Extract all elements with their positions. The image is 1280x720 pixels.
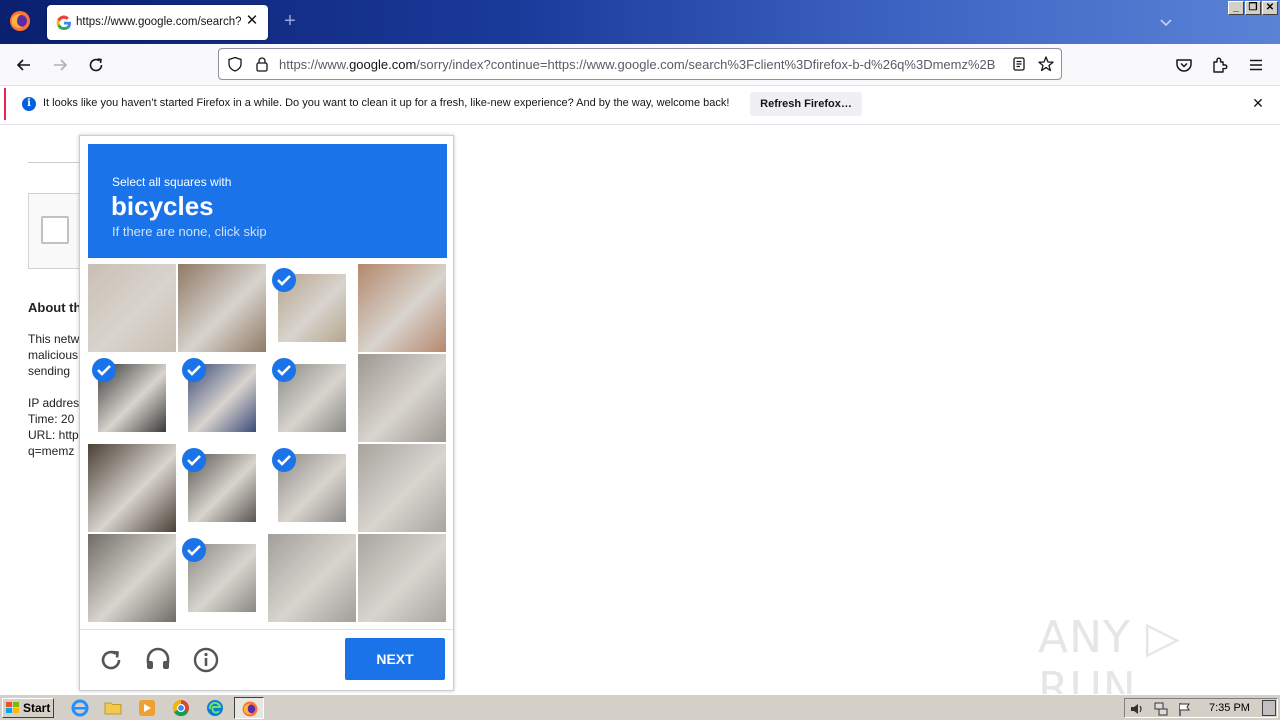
tile-image — [88, 444, 176, 532]
challenge-tile[interactable] — [358, 444, 446, 532]
file-explorer-folder-icon[interactable] — [104, 699, 122, 717]
next-button[interactable]: NEXT — [345, 638, 445, 680]
show-desktop-button[interactable] — [1262, 700, 1276, 716]
tile-image — [358, 444, 446, 532]
challenge-hint: If there are none, click skip — [112, 224, 267, 239]
back-arrow-icon[interactable] — [14, 55, 34, 75]
info-help-icon[interactable] — [192, 646, 220, 674]
chrome-icon[interactable] — [172, 699, 190, 717]
tile-selected-check-icon — [272, 358, 296, 382]
recaptcha-challenge: Select all squares with bicycles If ther… — [79, 135, 454, 691]
pocket-icon[interactable] — [1174, 55, 1194, 75]
body-line[interactable]: URL: http — [28, 428, 80, 442]
body-line: IP address — [28, 396, 80, 410]
lock-icon[interactable] — [254, 56, 270, 72]
tab-google-search[interactable]: https://www.google.com/search?client=fir… — [47, 5, 268, 40]
challenge-tile[interactable] — [88, 444, 176, 532]
extensions-puzzle-icon[interactable] — [1210, 55, 1230, 75]
edge-icon[interactable] — [206, 699, 224, 717]
action-center-flag-icon[interactable] — [1177, 701, 1193, 717]
app-menu-hamburger-icon[interactable] — [1246, 55, 1266, 75]
about-heading: About this page — [28, 300, 80, 315]
tracking-protection-shield-icon[interactable] — [227, 56, 243, 72]
tile-image — [88, 534, 176, 622]
tile-selected-check-icon — [182, 538, 206, 562]
tile-selected-check-icon — [272, 448, 296, 472]
challenge-tile[interactable] — [88, 534, 176, 622]
refresh-firefox-button[interactable]: Refresh Firefox… — [750, 92, 862, 116]
internet-explorer-icon[interactable] — [71, 699, 89, 717]
network-icon[interactable] — [1153, 701, 1169, 717]
new-tab-button[interactable]: + — [280, 11, 300, 31]
tab-strip: https://www.google.com/search?client=fir… — [0, 0, 1280, 44]
firefox-icon — [242, 701, 258, 717]
tile-image — [88, 264, 176, 352]
notification-close-icon[interactable]: ✕ — [1250, 95, 1266, 111]
reload-icon[interactable] — [86, 55, 106, 75]
tile-selected-check-icon — [272, 268, 296, 292]
tile-image — [358, 354, 446, 442]
url-domain: google.com — [349, 57, 417, 72]
list-all-tabs-chevron-icon[interactable] — [1158, 14, 1174, 30]
url-bar[interactable]: https://www.google.com/sorry/index?conti… — [218, 48, 1062, 80]
url-path: /sorry/index?continue=https://www.google… — [416, 57, 996, 72]
url-prefix: https://www. — [279, 57, 350, 72]
bookmark-star-icon[interactable] — [1037, 55, 1055, 73]
restore-button[interactable]: ❐ — [1245, 1, 1261, 15]
body-line: sending — [28, 364, 71, 378]
notification-message: It looks like you haven’t started Firefo… — [43, 97, 730, 109]
challenge-footer-divider — [80, 629, 453, 630]
start-button[interactable]: Start — [2, 698, 54, 718]
minimize-button[interactable]: _ — [1228, 1, 1244, 15]
system-tray: 7:35 PM — [1124, 698, 1278, 718]
audio-challenge-headphones-icon[interactable] — [144, 645, 172, 673]
google-favicon-icon — [56, 15, 71, 31]
taskbar: Start 7:35 PM — [0, 694, 1280, 720]
reload-challenge-icon[interactable] — [97, 646, 125, 674]
tile-image — [358, 264, 446, 352]
url-text[interactable]: https://www.google.com/sorry/index?conti… — [279, 57, 1001, 72]
forward-arrow-icon[interactable] — [50, 55, 70, 75]
body-line: This network — [28, 332, 80, 346]
tile-selected-check-icon — [182, 448, 206, 472]
challenge-tile[interactable] — [268, 534, 356, 622]
challenge-header: Select all squares with bicycles If ther… — [88, 144, 447, 258]
close-window-button[interactable]: ✕ — [1262, 1, 1278, 15]
recaptcha-checkbox[interactable] — [41, 216, 69, 244]
media-player-icon[interactable] — [138, 699, 156, 717]
challenge-object: bicycles — [111, 191, 214, 221]
challenge-instruction: Select all squares with — [112, 175, 232, 189]
tile-selected-check-icon — [92, 358, 116, 382]
tile-image — [178, 264, 266, 352]
challenge-tile[interactable] — [358, 264, 446, 352]
content-divider — [0, 124, 1280, 125]
start-label: Start — [23, 701, 51, 715]
challenge-tile[interactable] — [88, 264, 176, 352]
reader-view-icon[interactable] — [1011, 56, 1027, 72]
body-line: malicious — [28, 348, 79, 362]
tile-image — [358, 534, 446, 622]
volume-speaker-icon[interactable] — [1129, 701, 1145, 717]
challenge-tile[interactable] — [178, 264, 266, 352]
firefox-logo-icon[interactable] — [8, 9, 32, 33]
clock[interactable]: 7:35 PM — [1209, 702, 1250, 714]
challenge-tile[interactable] — [358, 354, 446, 442]
windows-flag-icon — [6, 702, 19, 713]
notification-bar: i It looks like you haven’t started Fire… — [4, 88, 1276, 120]
taskbar-firefox-button[interactable] — [234, 697, 264, 719]
tab-close-icon[interactable]: ✕ — [244, 13, 260, 29]
tile-image — [268, 534, 356, 622]
challenge-image-grid — [88, 264, 446, 622]
info-icon: i — [22, 97, 36, 111]
tile-selected-check-icon — [182, 358, 206, 382]
body-line: q=memz — [28, 444, 75, 458]
navigation-toolbar: https://www.google.com/sorry/index?conti… — [0, 44, 1280, 86]
tab-title: https://www.google.com/search?client=fir… — [76, 16, 241, 28]
body-line: Time: 20 — [28, 412, 75, 426]
challenge-tile[interactable] — [358, 534, 446, 622]
